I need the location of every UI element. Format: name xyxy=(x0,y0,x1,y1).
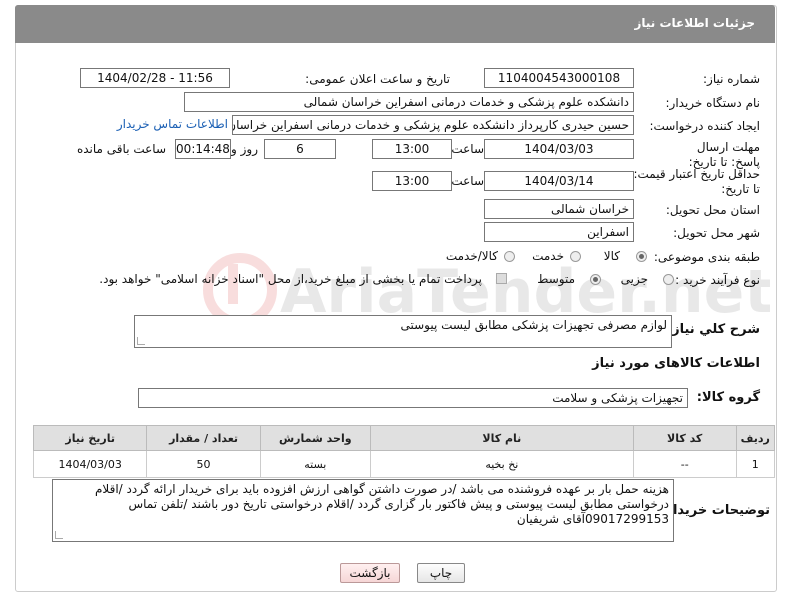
buyer-org-field[interactable]: دانشکده علوم پزشکی و خدمات درمانی اسفرای… xyxy=(184,92,634,112)
price-time-field[interactable]: 13:00 xyxy=(372,171,452,191)
panel-title: جزئیات اطلاعات نیاز xyxy=(634,16,755,30)
payment-note: پرداخت تمام یا بخشی از مبلغ خرید،از محل … xyxy=(99,272,482,286)
treasury-checkbox[interactable] xyxy=(496,273,507,284)
days-label: روز و xyxy=(231,142,258,156)
price-time-label: ساعت xyxy=(451,174,484,188)
cell-qty: 50 xyxy=(146,450,261,478)
category-radio-goods[interactable] xyxy=(636,251,647,262)
deadline-date-field[interactable]: 1404/03/03 xyxy=(484,139,634,159)
print-button[interactable]: چاپ xyxy=(417,563,465,583)
announce-label: تاریخ و ساعت اعلان عمومی: xyxy=(305,72,450,86)
category-option-both: کالا/خدمت xyxy=(445,249,498,263)
deadline-time-label: ساعت xyxy=(451,142,484,156)
panel-header: جزئیات اطلاعات نیاز xyxy=(15,5,775,43)
col-header-unit: واحد شمارش xyxy=(259,425,371,451)
price-validity-label: حداقل تاریخ اعتبار قیمت: تا تاریخ: xyxy=(633,167,760,196)
price-date-field[interactable]: 1404/03/14 xyxy=(484,171,634,191)
province-label: استان محل تحویل: xyxy=(665,203,760,217)
col-header-row: ردیف xyxy=(735,425,776,451)
deadline-time-field[interactable]: 13:00 xyxy=(372,139,452,159)
col-header-code: کد کالا xyxy=(632,425,737,451)
description-text: لوازم مصرفی تجهیزات پزشکی مطابق لیست پیو… xyxy=(400,318,667,332)
cell-date: 1404/03/03 xyxy=(32,450,148,478)
back-button[interactable]: بازگشت xyxy=(340,563,400,583)
deadline-label: مهلت ارسال پاسخ: تا تاریخ: xyxy=(688,140,760,169)
cell-unit: بسته xyxy=(259,450,371,478)
city-label: شهر محل تحویل: xyxy=(673,226,760,240)
cell-code: -- xyxy=(632,450,737,478)
city-field[interactable]: اسفراین xyxy=(484,222,634,242)
days-field[interactable]: 6 xyxy=(264,139,336,159)
process-type-label: نوع فرآیند خرید : xyxy=(675,273,760,287)
col-header-date: تاریخ نیاز xyxy=(32,425,148,451)
group-label: گروه کالا: xyxy=(696,390,760,405)
category-option-service: خدمت xyxy=(532,249,564,263)
process-option-medium: متوسط xyxy=(537,272,575,286)
buyer-notes-field[interactable]: هزینه حمل بار بر عهده فروشنده می باشد /د… xyxy=(52,479,674,542)
description-field[interactable]: لوازم مصرفی تجهیزات پزشکی مطابق لیست پیو… xyxy=(134,315,672,348)
process-radio-minor[interactable] xyxy=(663,274,674,285)
process-option-minor: جزیی xyxy=(620,272,648,286)
cell-name: نخ بخیه xyxy=(369,450,634,478)
need-number-label: شماره نیاز: xyxy=(703,72,760,86)
creator-field[interactable]: حسین حیدری کارپرداز دانشکده علوم پزشکی و… xyxy=(232,115,634,135)
buyer-notes-text: هزینه حمل بار بر عهده فروشنده می باشد /د… xyxy=(95,482,669,526)
category-radio-service[interactable] xyxy=(570,251,581,262)
group-field[interactable]: تجهیزات پزشکی و سلامت xyxy=(138,388,688,408)
items-table: ردیف کد کالا نام کالا واحد شمارش تعداد /… xyxy=(32,425,776,478)
page: جزئیات اطلاعات نیاز AriaTender.net شماره… xyxy=(0,0,788,598)
table-header-row: ردیف کد کالا نام کالا واحد شمارش تعداد /… xyxy=(32,425,776,451)
description-label: شرح کلي نياز: xyxy=(666,322,760,337)
process-radio-medium[interactable] xyxy=(590,274,601,285)
province-field[interactable]: خراسان شمالی xyxy=(484,199,634,219)
cell-row: 1 xyxy=(735,450,776,478)
contact-link[interactable]: اطلاعات تماس خریدار xyxy=(117,117,228,131)
col-header-qty: تعداد / مقدار xyxy=(146,425,261,451)
table-row[interactable]: 1 -- نخ بخیه بسته 50 1404/03/03 xyxy=(32,450,776,478)
category-option-goods: کالا xyxy=(603,249,620,263)
remaining-field[interactable]: 00:14:48 xyxy=(175,139,231,159)
resize-grip-icon[interactable] xyxy=(55,531,63,539)
goods-info-title: اطلاعات کالاهای مورد نیاز xyxy=(592,356,760,371)
announce-field[interactable]: 1404/02/28 - 11:56 xyxy=(80,68,230,88)
buyer-notes-label: توضیحات خریدار: xyxy=(660,503,770,518)
col-header-name: نام کالا xyxy=(369,425,634,451)
resize-grip-icon[interactable] xyxy=(137,337,145,345)
buyer-org-label: نام دستگاه خریدار: xyxy=(665,96,761,110)
need-number-field[interactable]: 1104004543000108 xyxy=(484,68,634,88)
remaining-label: ساعت باقی مانده xyxy=(76,142,166,156)
category-radio-both[interactable] xyxy=(504,251,515,262)
creator-label: ایجاد کننده درخواست: xyxy=(649,119,760,133)
category-label: طبقه بندی موضوعی: xyxy=(653,250,760,264)
